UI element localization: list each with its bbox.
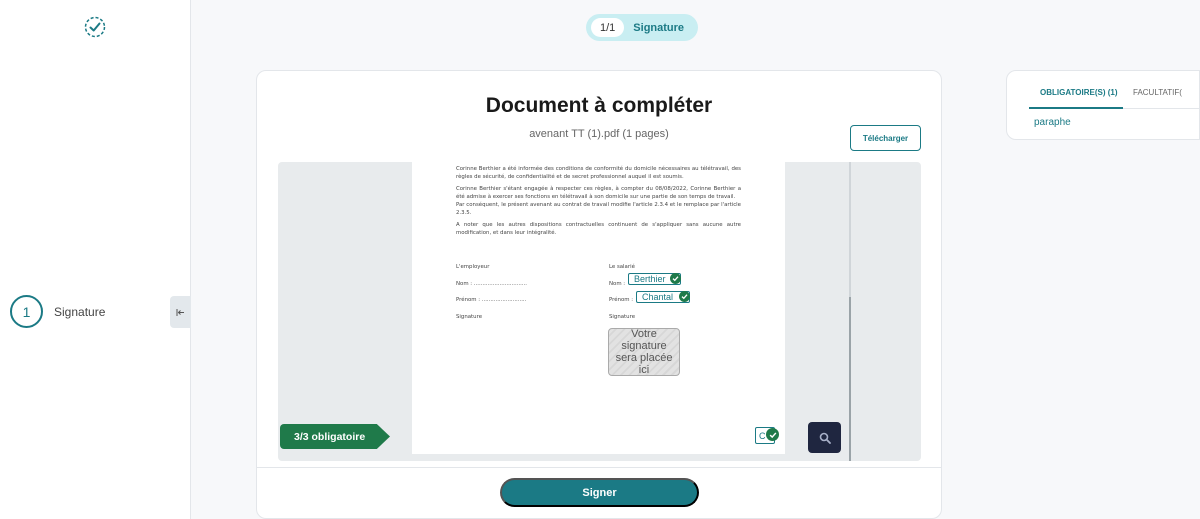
employee-label: Le salarié (609, 264, 635, 270)
employee-nom: Nom : (609, 281, 626, 287)
left-sidebar: 1 Signature (0, 0, 191, 519)
required-field-item[interactable]: paraphe (1034, 117, 1071, 128)
document-viewer[interactable]: Corinne Berthier a été informée des cond… (278, 162, 921, 461)
document-card: Document à compléter avenant TT (1).pdf … (256, 70, 942, 519)
paragraph-1: Corinne Berthier a été informée des cond… (456, 166, 741, 180)
sign-button[interactable]: Signer (500, 478, 699, 507)
check-icon (670, 273, 681, 284)
employer-signature-label: Signature (456, 314, 483, 320)
initial-field-value: C (759, 430, 766, 441)
employee-signature-label: Signature (609, 314, 636, 320)
employer-label: L'employeur (456, 264, 490, 270)
signature-placeholder-text: Votre signature sera placée ici (615, 328, 673, 376)
zoom-button[interactable] (808, 422, 841, 453)
viewer-scrollbar-thumb[interactable] (849, 297, 851, 461)
step-title: Signature (633, 21, 685, 34)
paragraph-3: A noter que les autres dispositions cont… (456, 222, 741, 236)
page-title: Document à compléter (485, 94, 713, 117)
check-icon (766, 428, 779, 441)
employer-prenom: Prénom : .......................... (456, 297, 527, 303)
check-circle-icon[interactable] (84, 16, 106, 38)
prenom-field-value: Chantal (642, 292, 674, 302)
step-signature[interactable]: 1 Signature (10, 295, 105, 328)
employer-nom: Nom : ............................... (456, 281, 527, 287)
step-count: 1/1 (591, 18, 625, 37)
step-number: 1 (10, 295, 43, 328)
magnifier-icon (819, 432, 831, 444)
paragraph-2: Corinne Berthier s'étant engagée à respe… (456, 186, 741, 216)
step-label: Signature (54, 304, 106, 319)
nom-field-value: Berthier (634, 274, 666, 284)
card-divider (257, 467, 941, 468)
mandatory-status-text: 3/3 obligatoire (294, 430, 366, 443)
collapse-sidebar-button[interactable] (170, 296, 191, 328)
tab-optional[interactable]: FACULTATIF( (1133, 88, 1182, 97)
download-button[interactable]: Télécharger (850, 125, 921, 151)
step-indicator-pill: 1/1 Signature (586, 14, 698, 41)
active-tab-indicator (1029, 107, 1123, 109)
signature-placeholder[interactable]: Votre signature sera placée ici (608, 328, 680, 376)
document-filename: avenant TT (1).pdf (1 pages) (529, 128, 669, 140)
fields-panel: OBLIGATOIRE(S) (1) FACULTATIF( paraphe (1006, 70, 1200, 140)
collapse-left-icon (176, 308, 184, 316)
mandatory-status-badge: 3/3 obligatoire (280, 424, 390, 449)
employee-prenom: Prénom : (609, 297, 634, 303)
check-icon (679, 291, 690, 302)
tab-required[interactable]: OBLIGATOIRE(S) (1) (1040, 88, 1117, 97)
document-page: Corinne Berthier a été informée des cond… (412, 162, 785, 454)
